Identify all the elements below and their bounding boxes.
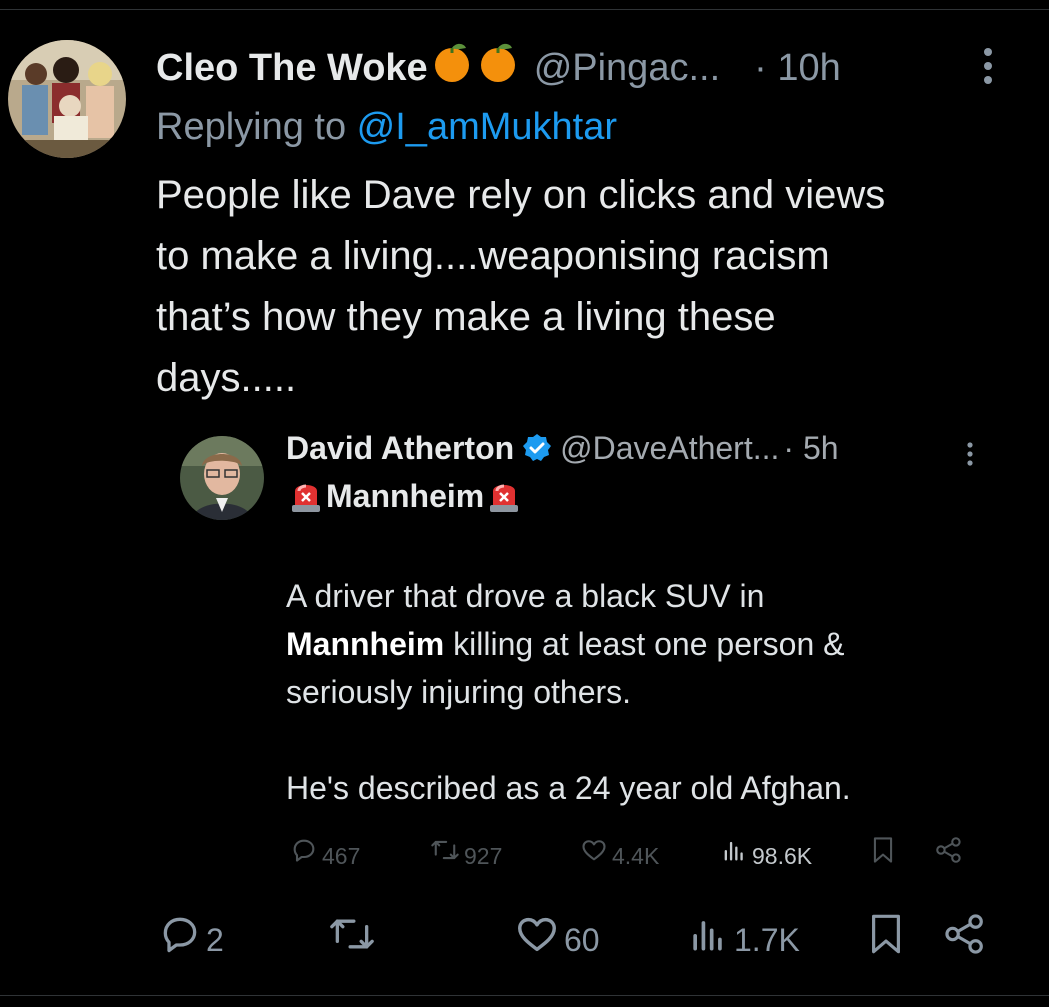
timestamp[interactable]: · 10h [754,47,841,89]
quoted-views-count: 98.6K [752,843,813,869]
verified-badge-icon [522,430,552,474]
quoted-share-button[interactable] [934,836,968,876]
views-count: 1.7K [734,922,800,958]
bottom-divider [0,995,1049,996]
quoted-text-blank [286,716,986,764]
reply-count: 2 [206,922,224,958]
quoted-retweet-count: 927 [464,843,503,869]
retweet-icon [328,912,380,969]
quoted-title: Mannheim [286,474,524,518]
quoted-title-text: Mannheim [326,478,485,514]
replying-to-label: Replying to [156,106,357,148]
like-count: 60 [564,922,600,958]
retweet-icon [430,836,464,876]
quoted-reply-count: 467 [322,843,361,869]
quoted-bookmark-button[interactable] [870,836,900,876]
replying-to: Replying to @I_amMukhtar [156,102,617,152]
quoted-text-rest: killing at least one person & [444,626,845,662]
views-button[interactable]: 1.7K [686,916,800,964]
action-bar: 2 60 1.7K [158,913,998,964]
quoted-display-name[interactable]: David Atherton [286,430,514,466]
siren-icon [286,477,326,524]
quoted-text-line: seriously injuring others. [286,674,632,710]
quoted-action-bar: 467 927 4.4K 98.6K [290,836,980,876]
bookmark-icon [870,835,900,877]
avatar[interactable] [8,40,126,158]
bookmark-button[interactable] [866,914,910,964]
more-options-icon[interactable] [975,44,1001,88]
retweet-button[interactable] [328,916,380,964]
quoted-reply-button[interactable]: 467 [290,836,360,876]
reply-icon [290,836,322,876]
quoted-text-line: A driver that drove a black SUV in [286,578,765,614]
quoted-retweet-button[interactable]: 927 [430,836,502,876]
reply-mention-link[interactable]: @I_amMukhtar [357,106,617,148]
quoted-like-count: 4.4K [612,843,660,869]
views-icon [686,912,734,969]
views-icon [720,836,752,876]
top-divider [0,9,1049,10]
share-button[interactable] [942,913,992,964]
quoted-like-button[interactable]: 4.4K [580,836,659,876]
like-button[interactable]: 60 [514,916,600,964]
heart-icon [580,836,612,876]
bookmark-icon [866,911,910,970]
quoted-header: David Atherton @DaveAthert... · 5h [286,426,986,470]
quoted-bold-keyword: Mannheim [286,626,445,662]
reply-button[interactable]: 2 [158,916,224,964]
quoted-more-options-icon[interactable] [962,440,978,468]
quoted-views-button[interactable]: 98.6K [720,836,812,876]
share-icon [942,911,992,970]
share-icon [934,835,968,877]
quoted-text: A driver that drove a black SUV in Mannh… [286,572,986,812]
heart-icon [514,911,564,970]
quoted-avatar[interactable] [180,436,264,520]
reply-icon [158,912,206,969]
orange-emoji-icon [430,40,474,97]
tweet-header: Cleo The Woke @Pingac... · 10h [156,40,1016,90]
quoted-text-line: Mannheim killing at least one person & [286,620,986,668]
orange-emoji-icon [476,40,520,97]
tweet-text: People like Dave rely on clicks and view… [156,173,886,400]
quoted-timestamp[interactable]: · 5h [783,430,838,466]
siren-icon [484,477,524,524]
user-handle[interactable]: @Pingac... [534,47,720,89]
display-name[interactable]: Cleo The Woke [156,47,428,89]
quoted-text-line: He's described as a 24 year old Afghan. [286,770,851,806]
quoted-user-handle[interactable]: @DaveAthert... [560,430,779,466]
